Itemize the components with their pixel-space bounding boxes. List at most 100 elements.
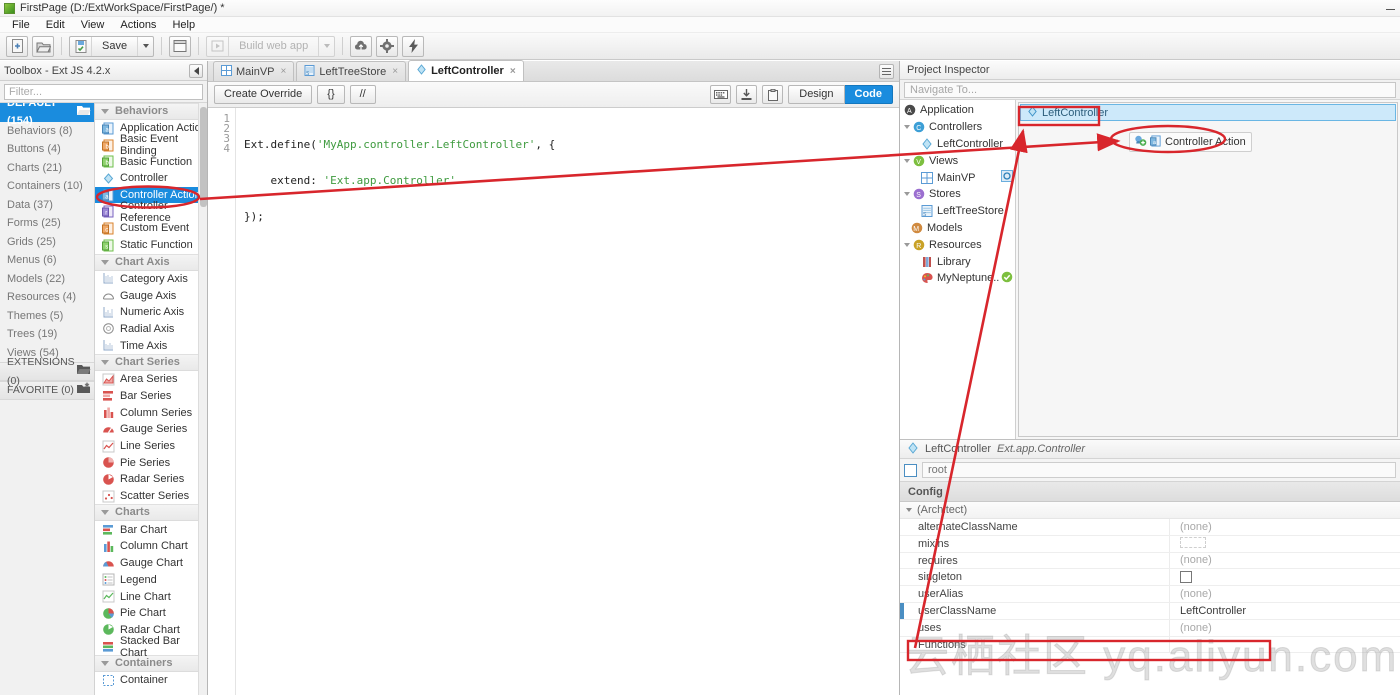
tab-lefttreestore[interactable]: S LeftTreeStore × bbox=[296, 61, 407, 81]
toolbox-group-favorite[interactable]: FAVORITE (0) bbox=[0, 381, 94, 400]
toolbox-scrollbar[interactable] bbox=[198, 103, 207, 695]
design-view-button[interactable]: Design bbox=[788, 85, 845, 104]
canvas-selected-controller[interactable]: LeftController bbox=[1020, 104, 1396, 121]
toolbox-category-themes[interactable]: Themes (5) bbox=[0, 307, 94, 326]
tree-node-leftcontroller[interactable]: LeftController bbox=[900, 136, 1015, 153]
canvas-controller-action-node[interactable]: a Controller Action bbox=[1129, 132, 1252, 152]
component-area-series[interactable]: Area Series bbox=[95, 371, 207, 388]
config-row-uses[interactable]: uses (none) bbox=[900, 619, 1400, 637]
download-icon[interactable] bbox=[736, 85, 758, 104]
config-row-alternateclassname[interactable]: alternateClassName (none) bbox=[900, 519, 1400, 536]
toolbox-category-behaviors[interactable]: Behaviors (8) bbox=[0, 122, 94, 141]
config-row-singleton[interactable]: singleton bbox=[900, 569, 1400, 587]
tree-node-library[interactable]: Library bbox=[900, 253, 1015, 270]
component-group-behaviors[interactable]: Behaviors bbox=[95, 103, 207, 120]
config-row-value[interactable]: (none) bbox=[1170, 554, 1400, 566]
close-icon[interactable]: × bbox=[392, 66, 398, 77]
navigate-to-input[interactable] bbox=[904, 82, 1396, 98]
toolbox-group-extensions[interactable]: EXTENSIONS (0) bbox=[0, 356, 94, 387]
settings-gear-button[interactable] bbox=[376, 35, 399, 57]
component-group-chart-axis[interactable]: Chart Axis bbox=[95, 253, 207, 271]
component-gauge-series[interactable]: Gauge Series bbox=[95, 421, 207, 438]
toolbox-category-trees[interactable]: Trees (19) bbox=[0, 325, 94, 344]
component-gauge-chart[interactable]: Gauge Chart bbox=[95, 555, 207, 572]
component-column-series[interactable]: Column Series bbox=[95, 404, 207, 421]
tree-node-resources[interactable]: R Resources bbox=[900, 236, 1015, 253]
config-row-useralias[interactable]: userAlias (none) bbox=[900, 586, 1400, 603]
braces-button[interactable]: {} bbox=[317, 85, 345, 104]
code-editor[interactable]: 1 2 3 4 Ext.define('MyApp.controller.Lef… bbox=[208, 108, 899, 695]
toolbox-category-grids[interactable]: Grids (25) bbox=[0, 233, 94, 252]
component-line-chart[interactable]: Line Chart bbox=[95, 588, 207, 605]
tree-node-controllers[interactable]: C Controllers bbox=[900, 119, 1015, 136]
component-controller[interactable]: Controller bbox=[95, 170, 207, 187]
hamburger-menu-icon[interactable] bbox=[879, 64, 894, 79]
close-icon[interactable]: × bbox=[281, 66, 287, 77]
keyboard-icon[interactable] bbox=[710, 85, 732, 104]
close-icon[interactable]: × bbox=[510, 66, 516, 77]
component-numeric-axis[interactable]: Numeric Axis bbox=[95, 304, 207, 321]
code-text[interactable]: Ext.define('MyApp.controller.LeftControl… bbox=[236, 108, 555, 695]
component-stacked-bar-chart[interactable]: Stacked Bar Chart bbox=[95, 635, 207, 659]
config-row-value[interactable]: (none) bbox=[1170, 588, 1400, 600]
new-window-button[interactable] bbox=[169, 35, 192, 57]
component-column-chart[interactable]: Column Chart bbox=[95, 538, 207, 555]
component-group-chart-series[interactable]: Chart Series bbox=[95, 353, 207, 371]
menu-item-file[interactable]: File bbox=[4, 17, 38, 33]
component-gauge-axis[interactable]: Gauge Axis bbox=[95, 287, 207, 304]
config-row-mixins[interactable]: mixins bbox=[900, 535, 1400, 553]
component-time-axis[interactable]: Time Axis bbox=[95, 337, 207, 354]
component-pie-series[interactable]: Pie Series bbox=[95, 454, 207, 471]
config-row-value[interactable] bbox=[1170, 570, 1400, 584]
tree-node-myneptune[interactable]: MyNeptune.. bbox=[900, 270, 1015, 287]
menu-item-actions[interactable]: Actions bbox=[112, 17, 164, 33]
component-scatter-series[interactable]: Scatter Series bbox=[95, 488, 207, 505]
tree-node-application[interactable]: A Application bbox=[900, 102, 1015, 119]
config-row-value[interactable] bbox=[1170, 536, 1400, 551]
toolbox-filter-input[interactable] bbox=[4, 84, 203, 100]
comment-button[interactable]: // bbox=[349, 85, 376, 104]
menu-item-help[interactable]: Help bbox=[164, 17, 203, 33]
tab-leftcontroller[interactable]: LeftController × bbox=[408, 60, 524, 81]
new-file-button[interactable] bbox=[6, 35, 28, 57]
create-override-button[interactable]: Create Override bbox=[214, 85, 313, 104]
component-static-function[interactable]: s Static Function bbox=[95, 237, 207, 254]
design-canvas[interactable]: LeftController a Controller Action bbox=[1016, 100, 1400, 439]
config-row-userclassname[interactable]: userClassName LeftController bbox=[900, 602, 1400, 620]
component-bar-series[interactable]: Bar Series bbox=[95, 388, 207, 405]
lightning-button[interactable] bbox=[402, 35, 425, 57]
component-pie-chart[interactable]: Pie Chart bbox=[95, 605, 207, 622]
component-category-axis[interactable]: Category Axis bbox=[95, 271, 207, 288]
tree-node-models[interactable]: M Models bbox=[900, 220, 1015, 237]
toolbox-category-menus[interactable]: Menus (6) bbox=[0, 251, 94, 270]
toolbox-category-forms[interactable]: Forms (25) bbox=[0, 214, 94, 233]
menu-item-view[interactable]: View bbox=[73, 17, 113, 33]
toolbox-category-data[interactable]: Data (37) bbox=[0, 196, 94, 215]
component-radial-axis[interactable]: Radial Axis bbox=[95, 321, 207, 338]
build-dropdown-arrow[interactable] bbox=[318, 36, 334, 56]
tree-node-views[interactable]: V Views bbox=[900, 152, 1015, 169]
collapse-left-icon[interactable] bbox=[189, 63, 203, 78]
component-legend[interactable]: Legend bbox=[95, 572, 207, 589]
menu-item-edit[interactable]: Edit bbox=[38, 17, 73, 33]
component-radar-series[interactable]: Radar Series bbox=[95, 471, 207, 488]
tree-node-mainvp[interactable]: MainVP bbox=[900, 169, 1015, 186]
config-filter-input[interactable] bbox=[922, 462, 1396, 478]
build-web-app-button[interactable]: Build web app bbox=[206, 35, 336, 57]
config-row-value[interactable]: (none) bbox=[1170, 622, 1400, 634]
clipboard-icon[interactable] bbox=[762, 85, 784, 104]
tree-node-stores[interactable]: S Stores bbox=[900, 186, 1015, 203]
config-row-value[interactable]: (none) bbox=[1170, 521, 1400, 533]
open-folder-button[interactable] bbox=[32, 35, 54, 57]
save-dropdown-arrow[interactable] bbox=[137, 36, 153, 56]
toolbox-category-containers[interactable]: Containers (10) bbox=[0, 177, 94, 196]
link-icon[interactable] bbox=[1001, 170, 1013, 185]
component-controller-reference[interactable]: r Controller Reference bbox=[95, 200, 207, 224]
config-row-value[interactable]: LeftController bbox=[1170, 605, 1400, 617]
toolbox-category-resources[interactable]: Resources (4) bbox=[0, 288, 94, 307]
toolbox-category-models[interactable]: Models (22) bbox=[0, 270, 94, 289]
component-bar-chart[interactable]: Bar Chart bbox=[95, 521, 207, 538]
component-group-charts[interactable]: Charts bbox=[95, 504, 207, 522]
component-container[interactable]: Container bbox=[95, 672, 207, 689]
config-filter-checkbox[interactable] bbox=[904, 463, 917, 477]
